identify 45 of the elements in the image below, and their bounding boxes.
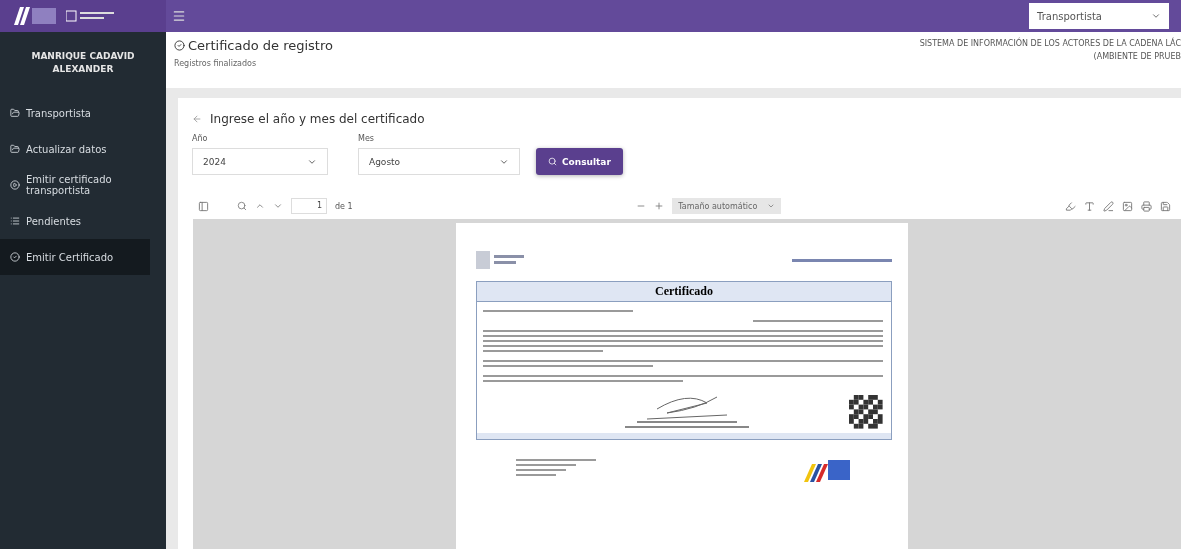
form-heading: Ingrese el año y mes del certificado	[210, 112, 425, 126]
month-select[interactable]: Agosto	[358, 148, 520, 175]
menu-icon[interactable]	[172, 9, 186, 23]
search-icon[interactable]	[237, 201, 247, 211]
highlight-icon[interactable]	[1065, 200, 1076, 212]
image-icon[interactable]	[1122, 200, 1133, 212]
chevron-down-icon	[1151, 11, 1161, 21]
ministry-logo-icon	[66, 8, 116, 24]
field-label: Año	[192, 134, 209, 143]
sidebar-item[interactable]: Transportista	[0, 95, 150, 132]
sidebar-item[interactable]: Pendientes	[0, 203, 150, 240]
previous-page-icon[interactable]	[255, 201, 265, 211]
play-icon	[10, 180, 20, 191]
folder-icon	[10, 144, 20, 155]
qr-code-icon	[849, 395, 883, 429]
sidebar-toggle-icon[interactable]	[198, 200, 209, 212]
folder-icon	[10, 108, 20, 119]
check-circle-icon	[174, 40, 185, 51]
sidebar-item[interactable]: Emitir certificado transportista	[0, 167, 150, 204]
save-icon[interactable]	[1160, 200, 1171, 212]
search-icon	[548, 157, 557, 166]
text-icon[interactable]	[1084, 200, 1095, 212]
environment-label: (AMBIENTE DE PRUEB	[1092, 50, 1181, 63]
page-title: Certificado de registro	[188, 38, 333, 53]
year-select[interactable]: 2024	[192, 148, 328, 175]
system-name: SISTEMA DE INFORMACIÓN DE LOS ACTORES DE LA CADENA LÁC	[919, 38, 1181, 50]
chevron-down-icon	[767, 202, 776, 210]
print-icon[interactable]	[1141, 200, 1152, 212]
user-name: MANRIQUE CADAVID ALEXANDER	[30, 50, 136, 76]
zoom-select[interactable]: Tamaño automático	[672, 198, 782, 214]
check-circle-icon	[10, 252, 20, 263]
list-icon	[10, 216, 20, 227]
next-page-icon[interactable]	[273, 201, 283, 211]
field-label: Mes	[358, 134, 375, 143]
page-count: de 1	[335, 201, 353, 211]
certificate-title: Certificado	[477, 282, 891, 302]
back-icon[interactable]	[192, 114, 202, 124]
sidebar-item[interactable]: Emitir Certificado	[0, 239, 150, 276]
sidebar-item[interactable]: Actualizar datos	[0, 131, 150, 168]
draw-icon[interactable]	[1103, 200, 1114, 212]
zoom-in-icon[interactable]	[654, 201, 665, 211]
consult-button[interactable]: Consultar	[536, 148, 623, 175]
page-subtitle: Registros finalizados	[174, 59, 258, 68]
role-select[interactable]: Transportista	[1029, 3, 1169, 29]
page-number-field[interactable]: 1	[291, 198, 327, 214]
